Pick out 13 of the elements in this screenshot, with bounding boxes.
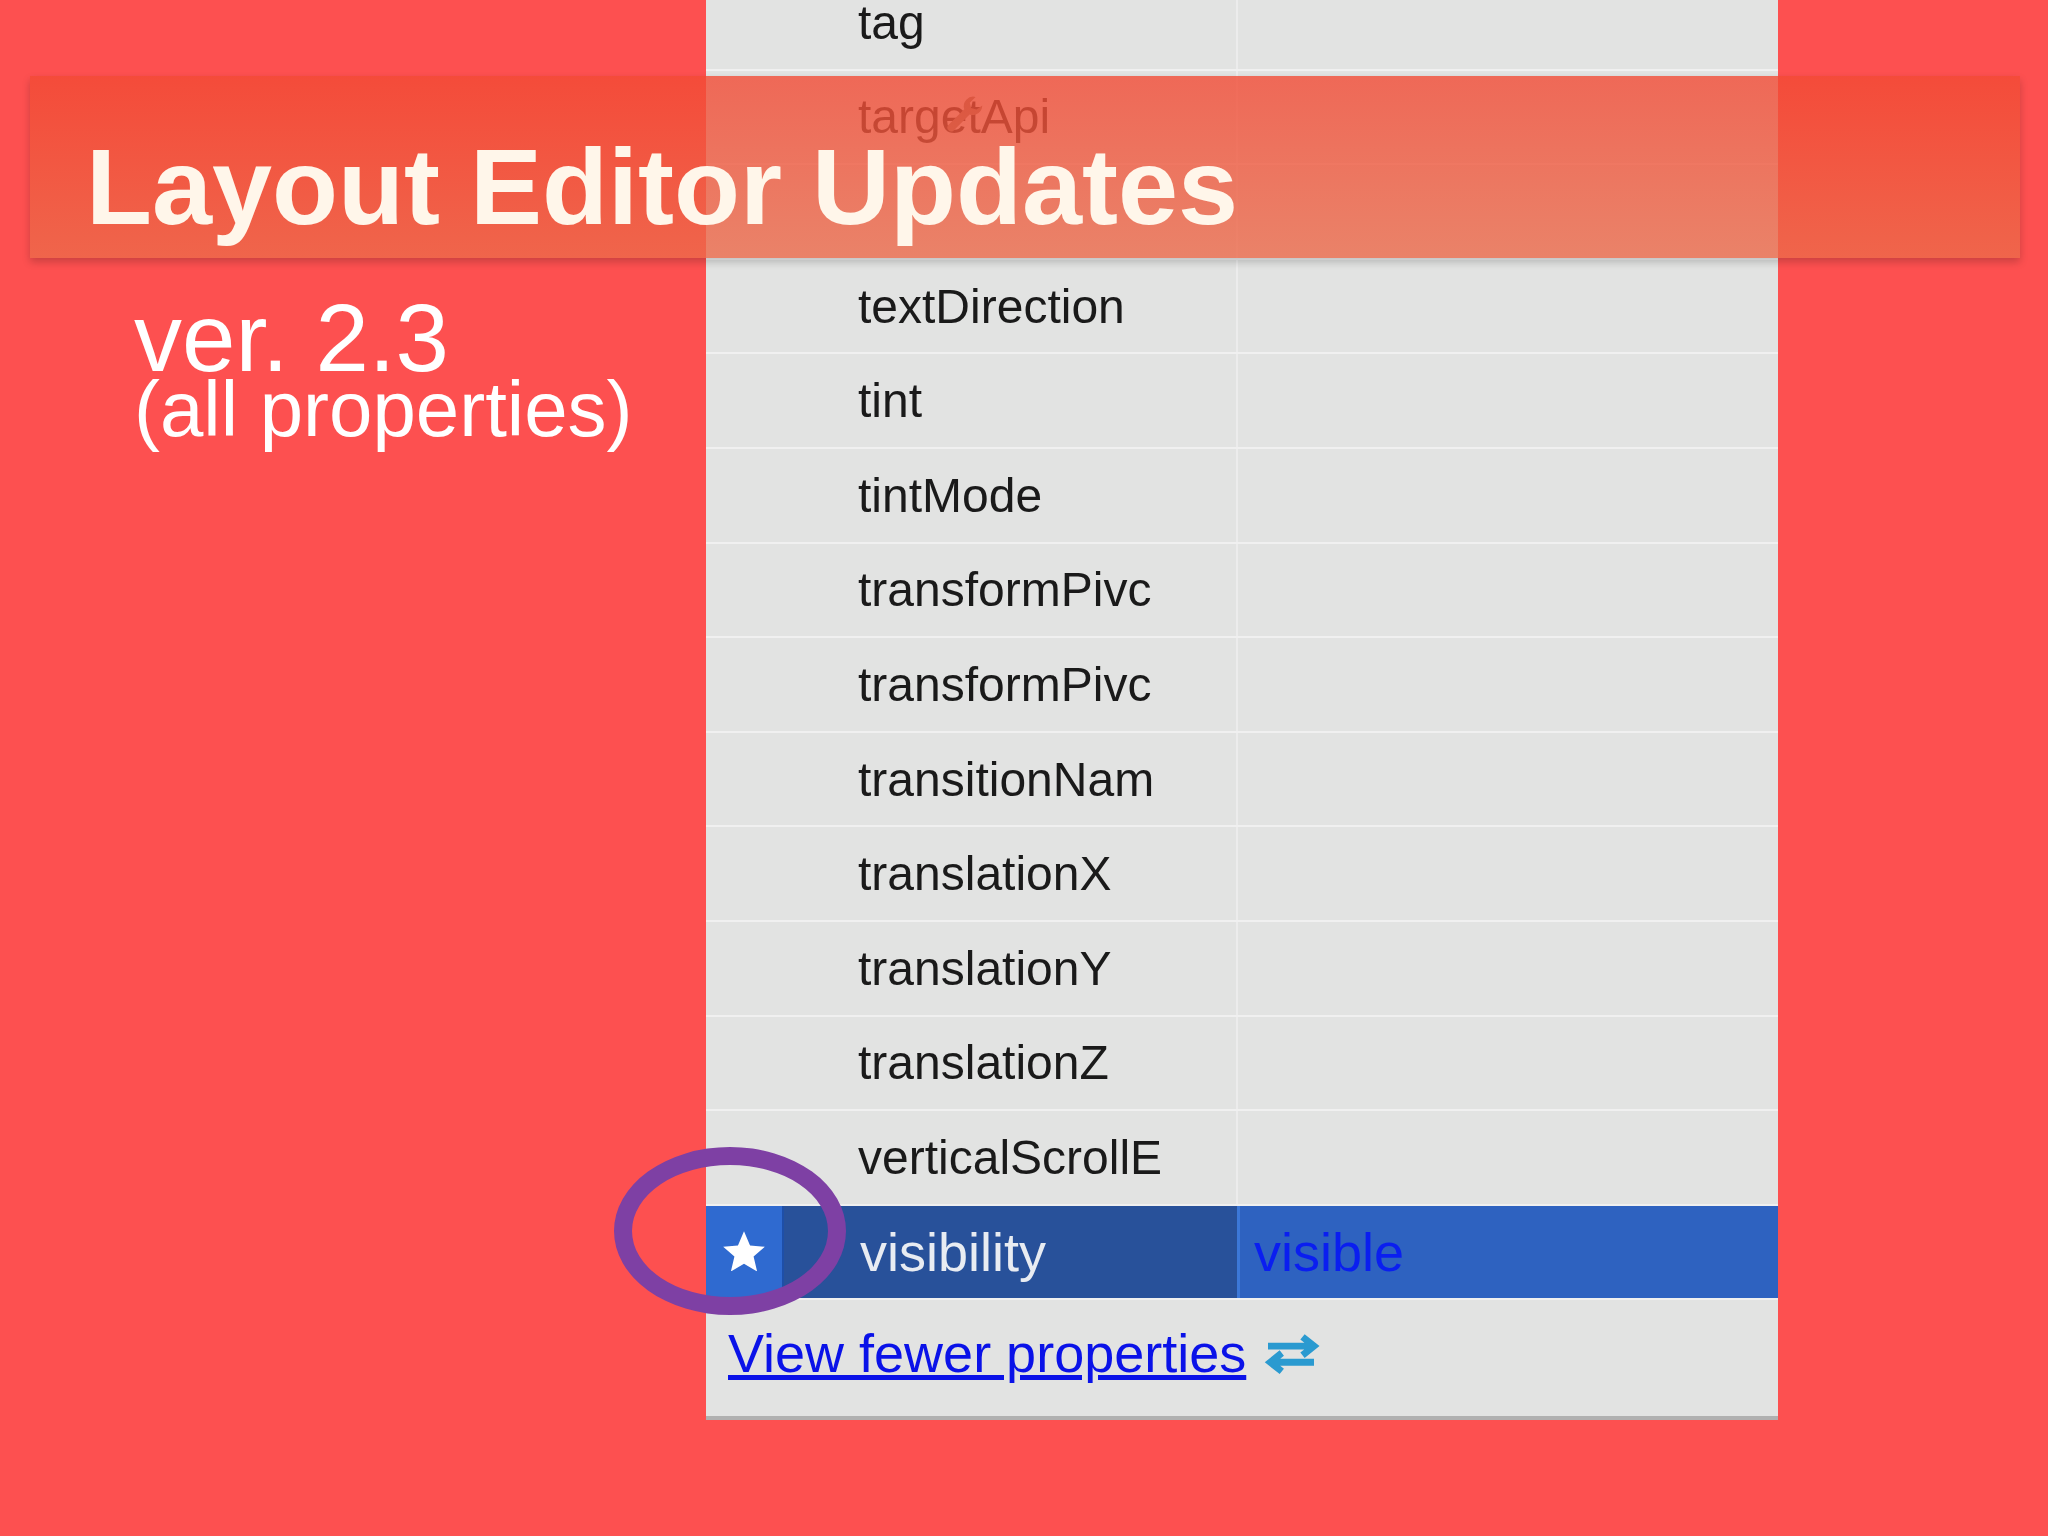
- property-name[interactable]: transitionNam: [858, 751, 1155, 807]
- property-name[interactable]: tintMode: [858, 467, 1043, 523]
- property-name[interactable]: translationZ: [858, 1035, 1109, 1091]
- property-name[interactable]: tint: [858, 373, 923, 429]
- property-name[interactable]: tag: [858, 0, 925, 50]
- view-fewer-link[interactable]: View fewer properties: [728, 1322, 1247, 1385]
- property-name[interactable]: transformPivc: [858, 562, 1152, 618]
- property-name[interactable]: verticalScrollE: [858, 1129, 1163, 1185]
- property-name[interactable]: transformPivc: [858, 656, 1152, 712]
- property-name[interactable]: translationX: [858, 846, 1112, 902]
- property-name[interactable]: textDirection: [858, 278, 1125, 334]
- property-name[interactable]: translationY: [858, 940, 1112, 996]
- slide-title: Layout Editor Updates: [86, 125, 1239, 249]
